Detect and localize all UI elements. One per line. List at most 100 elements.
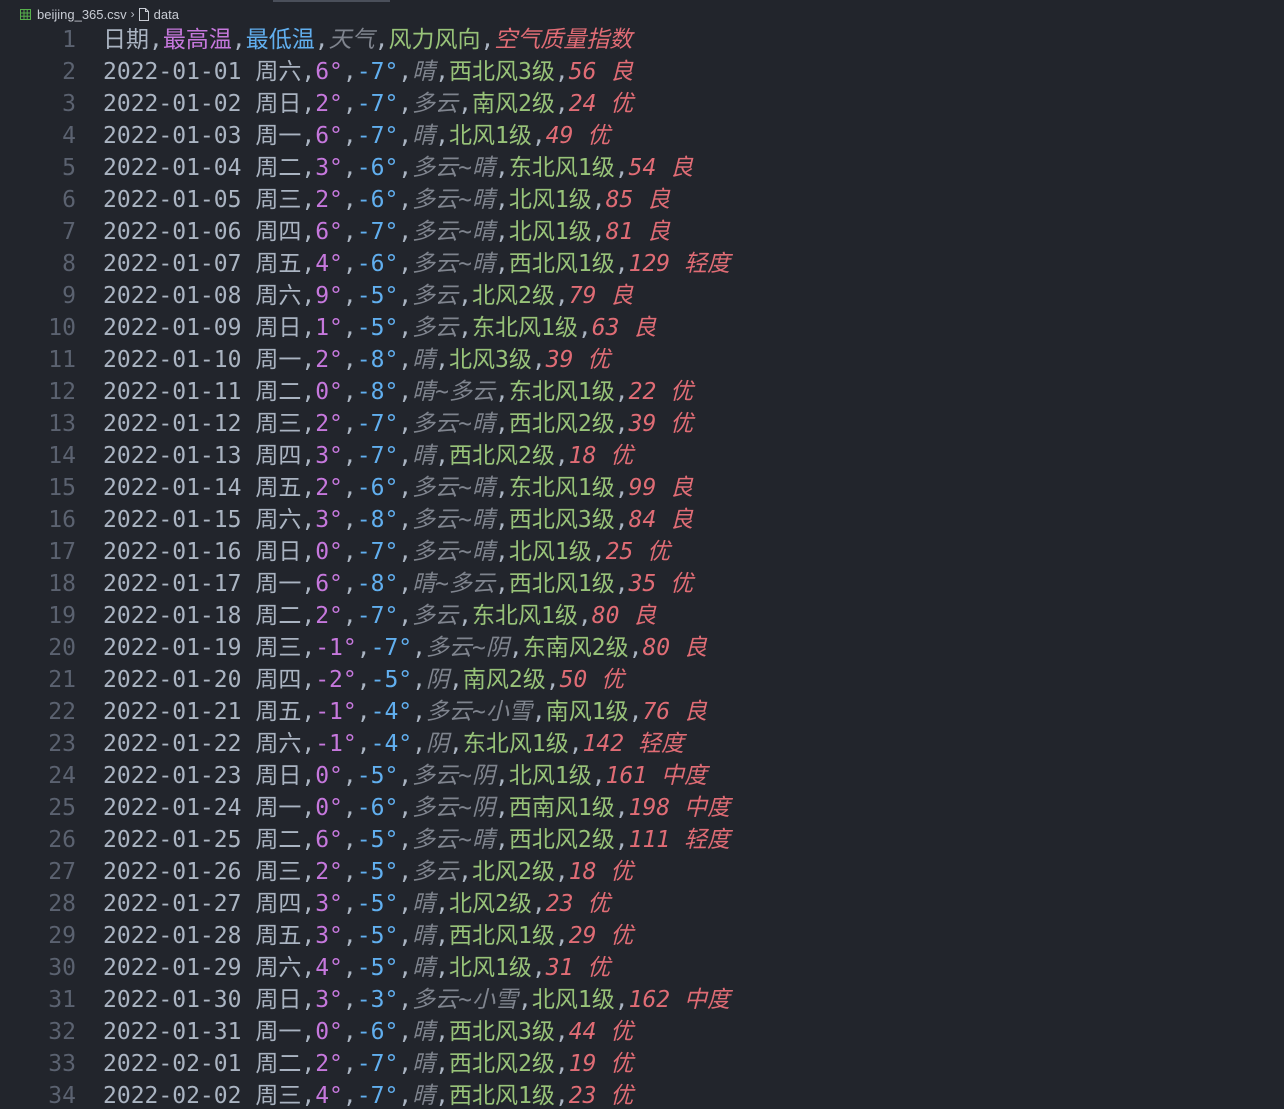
code-line[interactable]: 29 2022-01-28 周五,3°,-5°,晴,西北风1级,29 优 — [0, 920, 1284, 952]
code-line[interactable]: 4 2022-01-03 周一,6°,-7°,晴,北风1级,49 优 — [0, 120, 1284, 152]
code-line[interactable]: 31 2022-01-30 周日,3°,-3°,多云~小雪,北风1级,162 中度 — [0, 984, 1284, 1016]
code-line[interactable]: 3 2022-01-02 周日,2°,-7°,多云,南风2级,24 优 — [0, 88, 1284, 120]
csv-cell: 多云 — [412, 603, 459, 629]
code-line[interactable]: 16 2022-01-15 周六,3°,-8°,多云~晴,西北风3级,84 良 — [0, 504, 1284, 536]
comma-separator: , — [356, 731, 371, 757]
csv-cell: 东北风1级 — [508, 475, 615, 501]
comma-separator: , — [342, 827, 357, 853]
csv-cell: 南风2级 — [472, 91, 555, 117]
comma-separator: , — [342, 859, 357, 885]
csv-cell: 北风1级 — [508, 219, 592, 245]
code-line[interactable]: 22 2022-01-21 周五,-1°,-4°,多云~小雪,南风1级,76 良 — [0, 696, 1284, 728]
comma-separator: , — [301, 443, 316, 469]
csv-cell: 多云~阴 — [412, 763, 496, 789]
document-icon — [138, 7, 149, 21]
comma-separator: , — [495, 219, 509, 245]
code-line[interactable]: 15 2022-01-14 周五,2°,-6°,多云~晴,东北风1级,99 良 — [0, 472, 1284, 504]
comma-separator: , — [458, 283, 473, 309]
comma-separator: , — [398, 1083, 413, 1109]
comma-separator: , — [518, 987, 532, 1013]
comma-separator: , — [614, 379, 629, 405]
comma-separator: , — [554, 923, 569, 949]
code-line[interactable]: 5 2022-01-04 周二,3°,-6°,多云~晴,东北风1级,54 良 — [0, 152, 1284, 184]
csv-cell: 晴 — [412, 443, 436, 469]
code-line[interactable]: 11 2022-01-10 周一,2°,-8°,晴,北风3级,39 优 — [0, 344, 1284, 376]
comma-separator: , — [301, 923, 316, 949]
code-line[interactable]: 28 2022-01-27 周四,3°,-5°,晴,北风2级,23 优 — [0, 888, 1284, 920]
code-line[interactable]: 9 2022-01-08 周六,9°,-5°,多云,北风2级,79 良 — [0, 280, 1284, 312]
line-content: 日期,最高温,最低温,天气,风力风向,空气质量指数 — [103, 24, 632, 56]
code-line[interactable]: 2 2022-01-01 周六,6°,-7°,晴,西北风3级,56 良 — [0, 56, 1284, 88]
comma-separator: , — [342, 155, 357, 181]
code-line[interactable]: 25 2022-01-24 周一,0°,-6°,多云~阴,西南风1级,198 中度 — [0, 792, 1284, 824]
breadcrumb-symbol[interactable]: data — [138, 6, 179, 22]
csv-cell: 2022-01-06 周四 — [103, 219, 302, 245]
line-content: 2022-01-14 周五,2°,-6°,多云~晴,东北风1级,99 良 — [103, 472, 693, 504]
comma-separator: , — [412, 731, 426, 757]
code-line[interactable]: 14 2022-01-13 周四,3°,-7°,晴,西北风2级,18 优 — [0, 440, 1284, 472]
comma-separator: , — [398, 315, 413, 341]
line-content: 2022-01-06 周四,6°,-7°,多云~晴,北风1级,81 良 — [103, 216, 670, 248]
line-number: 25 — [48, 795, 76, 821]
comma-separator: , — [435, 955, 450, 981]
csv-cell: 2022-01-27 周四 — [103, 891, 302, 917]
csv-cell: 198 中度 — [628, 795, 730, 821]
code-line[interactable]: 12 2022-01-11 周二,0°,-8°,晴~多云,东北风1级,22 优 — [0, 376, 1284, 408]
code-line[interactable]: 24 2022-01-23 周日,0°,-5°,多云~阴,北风1级,161 中度 — [0, 760, 1284, 792]
code-line[interactable]: 21 2022-01-20 周四,-2°,-5°,阴,南风2级,50 优 — [0, 664, 1284, 696]
code-line[interactable]: 20 2022-01-19 周三,-1°,-7°,多云~阴,东南风2级,80 良 — [0, 632, 1284, 664]
comma-separator: , — [398, 123, 413, 149]
csv-cell: 西北风1级 — [449, 923, 555, 949]
comma-separator: , — [531, 891, 546, 917]
code-line[interactable]: 33 2022-02-01 周二,2°,-7°,晴,西北风2级,19 优 — [0, 1048, 1284, 1080]
code-line[interactable]: 27 2022-01-26 周三,2°,-5°,多云,北风2级,18 优 — [0, 856, 1284, 888]
code-area[interactable]: 1 日期,最高温,最低温,天气,风力风向,空气质量指数 2 2022-01-01 周六… — [0, 24, 1284, 1109]
comma-separator: , — [342, 1019, 357, 1045]
code-line[interactable]: 18 2022-01-17 周一,6°,-8°,晴~多云,西北风1级,35 优 — [0, 568, 1284, 600]
code-line[interactable]: 30 2022-01-29 周六,4°,-5°,晴,北风1级,31 优 — [0, 952, 1284, 984]
csv-cell: 多云~晴 — [412, 539, 496, 565]
comma-separator: , — [614, 411, 629, 437]
comma-separator: , — [301, 507, 316, 533]
code-line[interactable]: 34 2022-02-02 周三,4°,-7°,晴,西北风1级,23 优 — [0, 1080, 1284, 1109]
line-content: 2022-01-31 周一,0°,-6°,晴,西北风3级,44 优 — [103, 1016, 633, 1048]
code-line[interactable]: 6 2022-01-05 周三,2°,-6°,多云~晴,北风1级,85 良 — [0, 184, 1284, 216]
code-line[interactable]: 13 2022-01-12 周三,2°,-7°,多云~晴,西北风2级,39 优 — [0, 408, 1284, 440]
code-line[interactable]: 23 2022-01-22 周六,-1°,-4°,阴,东北风1级,142 轻度 — [0, 728, 1284, 760]
code-line[interactable]: 26 2022-01-25 周二,6°,-5°,多云~晴,西北风2级,111 轻度 — [0, 824, 1284, 856]
code-line[interactable]: 17 2022-01-16 周日,0°,-7°,多云~晴,北风1级,25 优 — [0, 536, 1284, 568]
code-line[interactable]: 19 2022-01-18 周二,2°,-7°,多云,东北风1级,80 良 — [0, 600, 1284, 632]
csv-cell: -6° — [356, 475, 399, 501]
breadcrumb-file[interactable]: beijing_365.csv — [20, 7, 127, 22]
comma-separator: , — [301, 635, 316, 661]
comma-separator: , — [398, 1051, 413, 1077]
comma-separator: , — [301, 347, 316, 373]
line-content: 2022-01-01 周六,6°,-7°,晴,西北风3级,56 良 — [103, 56, 633, 88]
code-line[interactable]: 8 2022-01-07 周五,4°,-6°,多云~晴,西北风1级,129 轻度 — [0, 248, 1284, 280]
code-line[interactable]: 32 2022-01-31 周一,0°,-6°,晴,西北风3级,44 优 — [0, 1016, 1284, 1048]
csv-cell: 142 轻度 — [582, 731, 684, 757]
comma-separator: , — [591, 763, 606, 789]
comma-separator: , — [342, 59, 357, 85]
comma-separator: , — [458, 91, 473, 117]
line-content: 2022-01-04 周二,3°,-6°,多云~晴,东北风1级,54 良 — [103, 152, 693, 184]
csv-editor[interactable]: beijing_365.csv › data 1 日期,最高温,最低温,天气,风力… — [0, 0, 1284, 1109]
csv-cell: 18 优 — [568, 443, 634, 469]
code-line[interactable]: 10 2022-01-09 周日,1°,-5°,多云,东北风1级,63 良 — [0, 312, 1284, 344]
comma-separator: , — [412, 635, 426, 661]
line-content: 2022-01-23 周日,0°,-5°,多云~阴,北风1级,161 中度 — [103, 760, 707, 792]
csv-cell: 晴 — [412, 347, 436, 373]
comma-separator: , — [554, 859, 569, 885]
breadcrumb-symbol-label: data — [153, 6, 179, 22]
code-line[interactable]: 7 2022-01-06 周四,6°,-7°,多云~晴,北风1级,81 良 — [0, 216, 1284, 248]
comma-separator: , — [554, 91, 569, 117]
csv-cell: 2022-01-28 周五 — [103, 923, 302, 949]
csv-cell: 31 优 — [545, 955, 611, 981]
csv-cell: 3° — [315, 891, 343, 917]
code-line[interactable]: 1 日期,最高温,最低温,天气,风力风向,空气质量指数 — [0, 24, 1284, 56]
comma-separator: , — [301, 539, 316, 565]
comma-separator: , — [301, 59, 316, 85]
comma-separator: , — [435, 1051, 450, 1077]
comma-separator: , — [301, 155, 316, 181]
csv-cell: 晴 — [412, 123, 436, 149]
